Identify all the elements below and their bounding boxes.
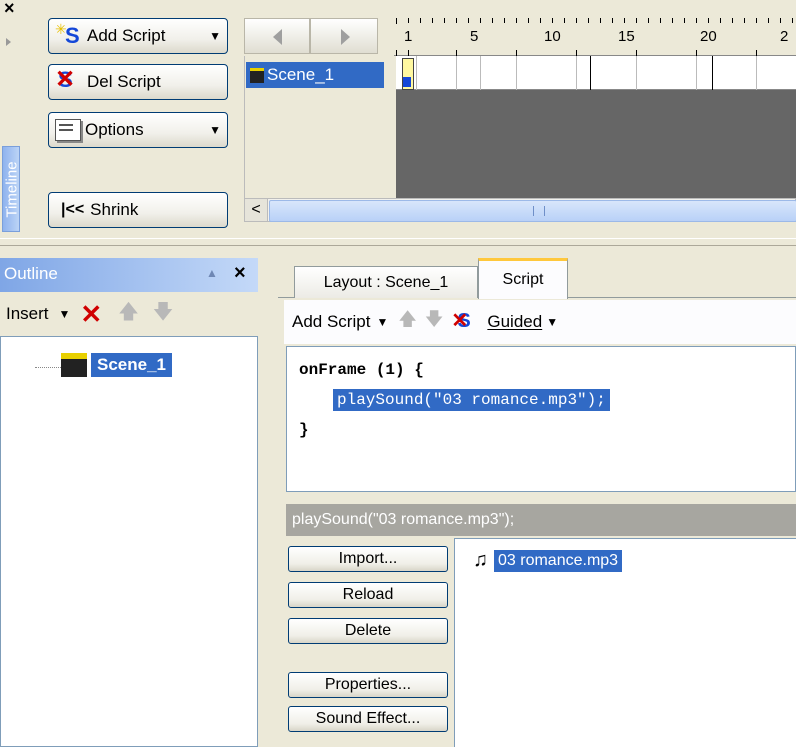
add-script-icon: ✳ S [55, 21, 80, 48]
collapse-arrow-icon[interactable] [6, 38, 11, 46]
del-script-icon: S ✕ [55, 66, 76, 93]
insert-menu[interactable]: Insert [6, 304, 49, 324]
script-status-bar: playSound("03 romance.mp3"); [286, 504, 796, 536]
outline-toolbar: Insert ▼ ✕ 🡅 🡇 [0, 294, 258, 334]
guided-menu[interactable]: Guided [487, 312, 542, 332]
code-line: } [299, 421, 309, 439]
panel-arrow-icon[interactable]: ▲ [206, 266, 218, 280]
double-chevron-left-icon: |<< [61, 201, 85, 218]
add-script-button[interactable]: ✳ S Add Script ▼ [48, 18, 228, 54]
horizontal-splitter[interactable] [0, 238, 796, 246]
reload-button[interactable]: Reload [288, 582, 448, 608]
outline-header: Outline ▲ × [0, 258, 258, 292]
tab-layout[interactable]: Layout : Scene_1 [294, 266, 478, 298]
tab-script[interactable]: Script [478, 258, 568, 299]
dropdown-arrow-icon[interactable]: ▼ [376, 315, 388, 329]
sound-file-list: ♫ 03 romance.mp3 [454, 538, 796, 747]
script-toolbar: Add Script ▼ 🡅 🡇 S ✕ Guided ▼ [284, 300, 796, 344]
timeline-vertical-tab[interactable]: Timeline [2, 146, 21, 232]
shrink-button[interactable]: |<< Shrink [48, 192, 228, 228]
outline-tree: Scene_1 [0, 336, 258, 747]
timeline-empty-area [396, 90, 796, 198]
move-down-arrow-icon[interactable]: 🡇 [153, 297, 174, 331]
tree-item-scene[interactable]: Scene_1 [61, 353, 172, 377]
clapperboard-icon [61, 353, 87, 377]
options-icon [55, 119, 81, 141]
del-script-icon[interactable]: S ✕ [451, 310, 477, 334]
scrollbar-thumb[interactable] [269, 200, 796, 222]
back-arrow-icon [273, 29, 282, 45]
code-line-selected: playSound("03 romance.mp3"); [333, 389, 610, 411]
sound-file-item[interactable]: ♫ 03 romance.mp3 [473, 549, 623, 572]
dropdown-arrow-icon: ▼ [209, 123, 221, 137]
timeline-label: Timeline [3, 161, 21, 218]
close-panel-icon[interactable]: × [234, 262, 246, 285]
add-script-menu[interactable]: Add Script [292, 312, 370, 332]
ruler-tick-label: 10 [544, 28, 561, 45]
forward-arrow-icon [341, 29, 350, 45]
ruler-tick-label: 20 [700, 28, 717, 45]
timeline-horizontal-scrollbar[interactable]: < [244, 198, 796, 222]
dropdown-arrow-icon[interactable]: ▼ [546, 315, 558, 329]
vertical-splitter[interactable] [258, 246, 278, 747]
scene-frame-row[interactable] [396, 56, 796, 90]
outline-title: Outline [4, 264, 58, 283]
dropdown-arrow-icon[interactable]: ▼ [59, 307, 71, 321]
code-line: onFrame (1) { [299, 361, 424, 379]
back-nav-button[interactable] [244, 18, 310, 54]
del-script-button[interactable]: S ✕ Del Script [48, 64, 228, 100]
clapperboard-icon [250, 67, 264, 83]
ruler-tick-label: 5 [470, 28, 479, 45]
ruler-tick-label: 2 [780, 28, 789, 45]
move-up-arrow-icon[interactable]: 🡅 [398, 307, 417, 337]
dropdown-arrow-icon: ▼ [209, 29, 221, 43]
forward-nav-button[interactable] [310, 18, 378, 54]
delete-button[interactable]: Delete [288, 618, 448, 644]
import-button[interactable]: Import... [288, 546, 448, 572]
delete-x-icon[interactable]: ✕ [80, 299, 102, 330]
properties-button[interactable]: Properties... [288, 672, 448, 698]
sound-effect-button[interactable]: Sound Effect... [288, 706, 448, 732]
scroll-left-button[interactable]: < [245, 199, 268, 221]
ruler-tick-label: 15 [618, 28, 635, 45]
music-note-icon: ♫ [473, 549, 488, 571]
close-icon[interactable]: × [4, 0, 15, 19]
ruler-tick-label: 1 [404, 28, 413, 45]
code-editor[interactable]: onFrame (1) { playSound("03 romance.mp3"… [286, 346, 796, 492]
move-up-arrow-icon[interactable]: 🡅 [118, 297, 139, 331]
move-down-arrow-icon[interactable]: 🡇 [425, 307, 444, 337]
frame-script-marker-icon[interactable] [402, 58, 414, 90]
frame-ruler: 1 5 10 15 20 2 [394, 18, 796, 56]
options-button[interactable]: Options ▼ [48, 112, 228, 148]
scene-list-item[interactable]: Scene_1 [246, 62, 384, 88]
